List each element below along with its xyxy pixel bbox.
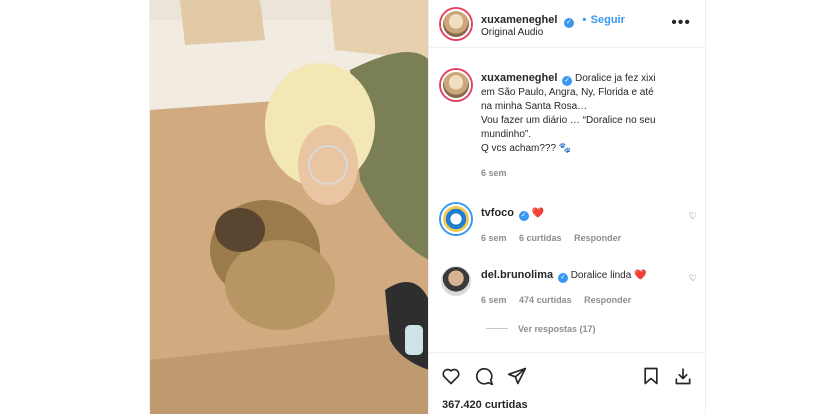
comment-time: 6 sem [481,233,507,243]
comment-tvfoco: tvfoco ✓ ❤️ 6 sem 6 curtidas Responder [481,206,701,243]
save-icon[interactable] [641,366,661,386]
caption-username[interactable]: xuxameneghel [481,72,557,84]
reply-button[interactable]: Responder [574,233,621,243]
post-header: xuxameneghel ✓ • Seguir Original Audio •… [429,0,707,48]
comments-section: xuxameneghel ✓ Doralice ja fez xixi em S… [429,48,707,352]
caption-line-5: mundinho”. [481,129,532,140]
original-audio-link[interactable]: Original Audio [481,27,543,38]
caption-line-6: Q vcs acham??? 🐾 [481,143,572,154]
comment-icon[interactable] [474,366,494,386]
view-replies-link[interactable]: Ver respostas (17) [518,324,596,334]
more-options-icon[interactable]: ••• [671,14,691,32]
reply-button[interactable]: Responder [584,295,631,305]
photo-illustration [150,0,428,414]
download-icon[interactable] [673,366,693,386]
comment-text: ❤️ [531,208,545,219]
verified-icon: ✓ [563,18,574,28]
heart-icon[interactable] [441,366,461,386]
likes-count[interactable]: 367.420 curtidas [442,399,528,411]
comment-time: 6 sem [481,295,507,305]
header-title-row: xuxameneghel ✓ • Seguir [481,10,625,28]
caption-text-1: Doralice ja fez xixi [574,73,656,84]
header-username[interactable]: xuxameneghel [481,14,557,26]
post-actions: 367.420 curtidas [429,352,707,414]
caption-line-2: em São Paulo, Angra, Ny, Florida e até [481,87,654,98]
comment-username[interactable]: tvfoco [481,207,514,219]
comment-likes[interactable]: 474 curtidas [519,295,572,305]
comment-username[interactable]: del.brunolima [481,269,553,281]
post-sidebar: xuxameneghel ✓ • Seguir Original Audio •… [428,0,707,414]
verified-icon: ✓ [518,211,529,221]
verified-icon: ✓ [557,273,568,283]
comment-like-heart-icon[interactable]: ♡ [689,211,697,222]
comment-body: del.brunolima ✓ Doralice linda ❤️ [481,268,701,283]
verified-icon: ✓ [562,76,573,86]
view-replies-row[interactable]: Ver respostas (17) [486,324,596,334]
caption-avatar[interactable] [441,70,471,100]
follow-button[interactable]: Seguir [591,14,625,26]
avatar[interactable] [441,9,471,39]
follow-link-prefix: • [582,14,587,26]
instagram-post: xuxameneghel ✓ • Seguir Original Audio •… [149,0,707,414]
post-photo [150,0,428,414]
del-brunolima-avatar[interactable] [441,266,471,296]
replies-divider [486,328,508,329]
caption-line-4: Vou fazer um diário … “Doralice no seu [481,115,656,126]
comment-body: tvfoco ✓ ❤️ [481,206,701,221]
comment-del-brunolima: del.brunolima ✓ Doralice linda ❤️ 6 sem … [481,268,701,305]
comment-likes[interactable]: 6 curtidas [519,233,562,243]
page: xuxameneghel ✓ • Seguir Original Audio •… [0,0,828,414]
comment-text: Doralice linda ❤️ [570,270,647,281]
comment-meta: 6 sem 474 curtidas Responder [481,295,701,305]
comment-like-heart-icon[interactable]: ♡ [689,273,697,284]
caption: xuxameneghel ✓ Doralice ja fez xixi em S… [481,71,701,178]
comment-meta: 6 sem 6 curtidas Responder [481,233,701,243]
caption-line-3: na minha Santa Rosa… [481,101,588,112]
tvfoco-avatar[interactable] [441,204,471,234]
caption-line-1: xuxameneghel ✓ Doralice ja fez xixi [481,71,701,86]
caption-time: 6 sem [481,168,507,178]
share-icon[interactable] [507,366,527,386]
